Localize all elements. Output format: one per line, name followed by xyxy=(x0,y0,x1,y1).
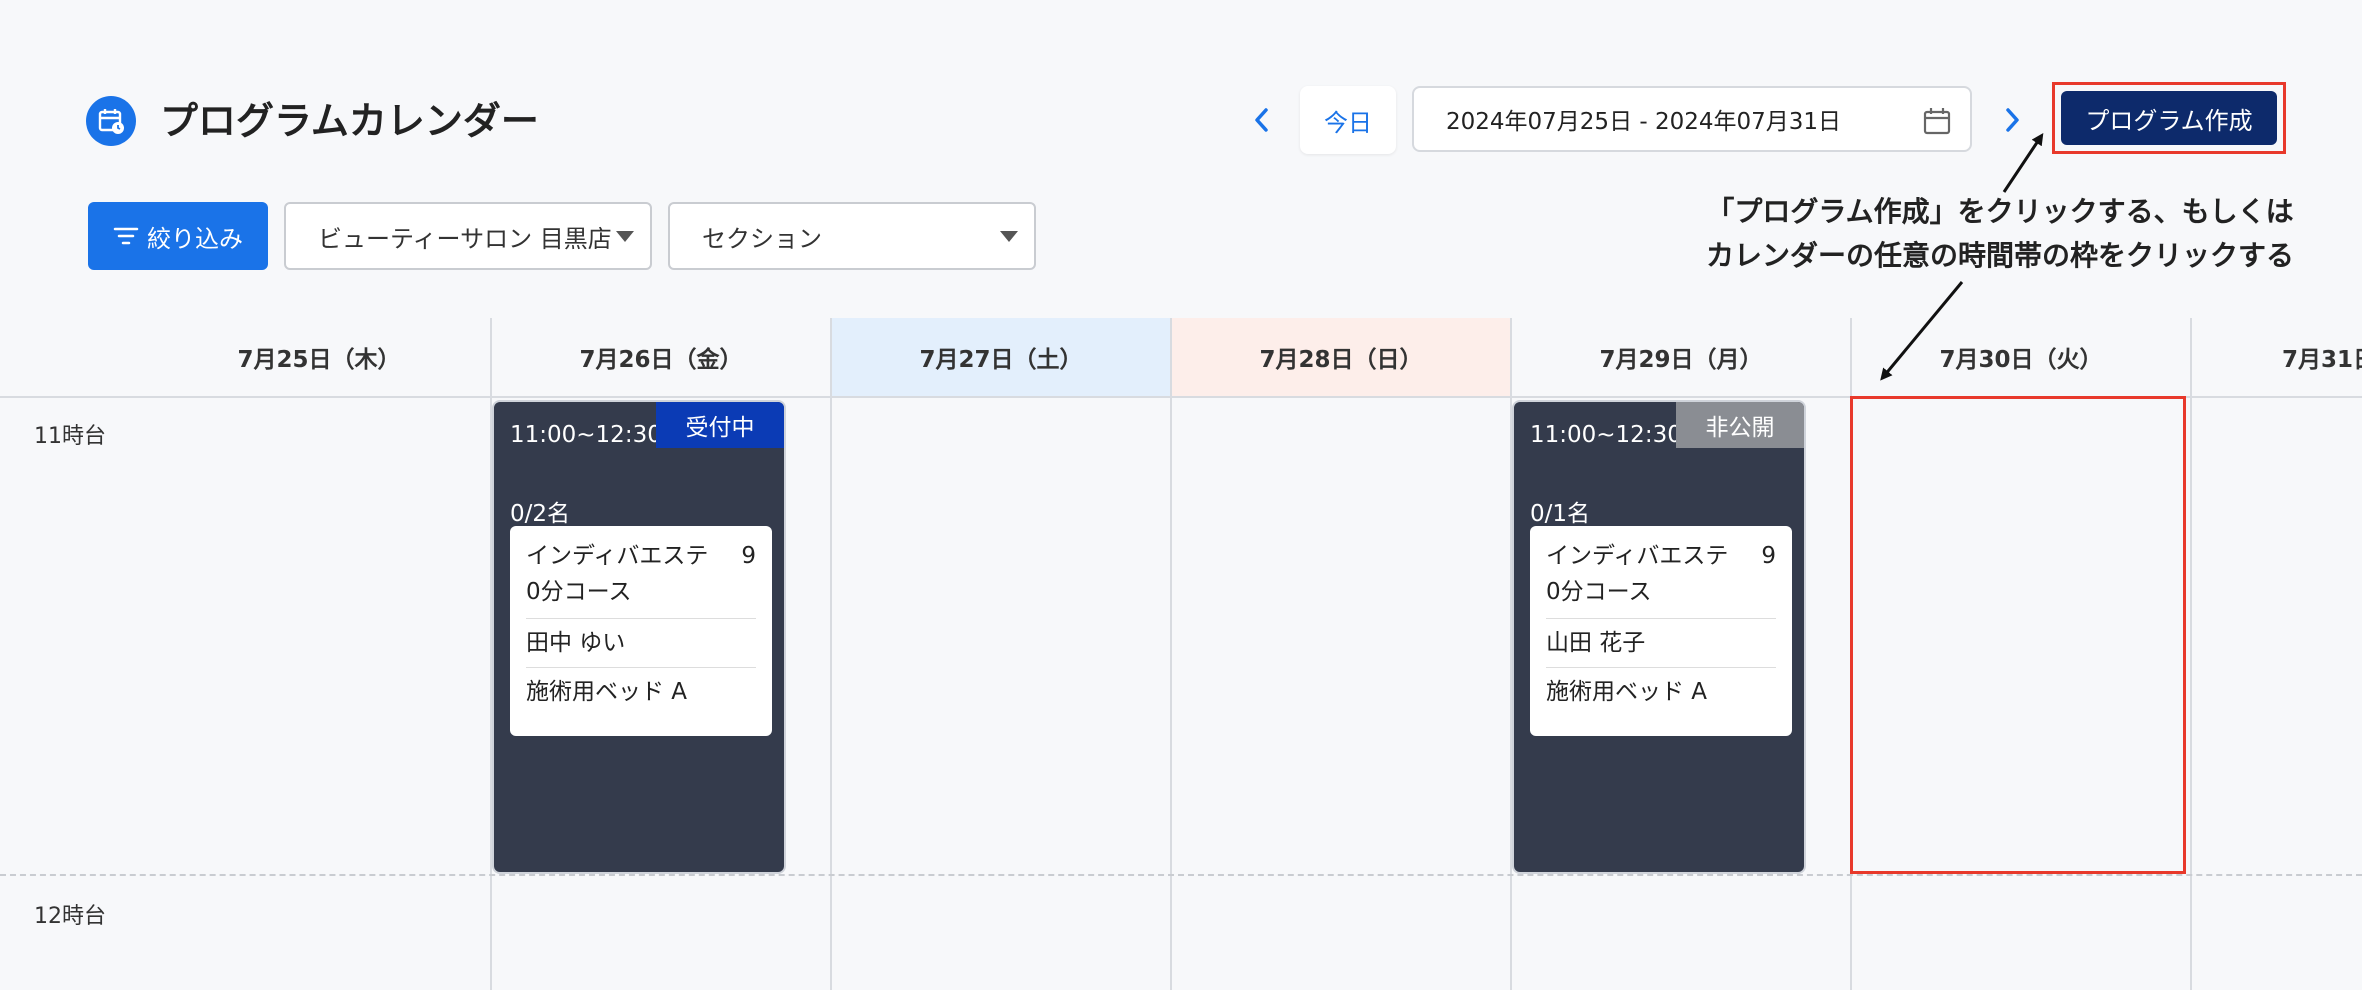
store-select[interactable]: ビューティーサロン 目黒店 xyxy=(284,202,652,270)
filter-button[interactable]: 絞り込み xyxy=(88,202,268,270)
filter-icon xyxy=(113,227,139,245)
page-title: プログラムカレンダー xyxy=(160,99,539,143)
column-divider xyxy=(2190,318,2192,990)
filter-label: 絞り込み xyxy=(147,224,243,253)
calendar-picker-icon[interactable] xyxy=(1922,106,1952,142)
resource-name: 施術用ベッド A xyxy=(1546,679,1708,705)
course-row: インディバエステ 0分コース 9 xyxy=(1546,526,1776,619)
date-range-input[interactable]: 2024年07月25日 - 2024年07月31日 xyxy=(1412,86,1972,152)
section-select[interactable]: セクション xyxy=(668,202,1036,270)
course-name: インディバエステ xyxy=(526,543,709,569)
event-detail-card: インディバエステ 0分コース 9 山田 花子 施術用ベッド A xyxy=(1530,526,1792,736)
day-header-1: 7月25日（木） xyxy=(148,318,492,396)
annotation-line-2: カレンダーの任意の時間帯の枠をクリックする xyxy=(1705,239,2294,272)
store-select-value: ビューティーサロン 目黒店 xyxy=(318,224,612,253)
event-time: 11:00~12:30 xyxy=(1530,422,1682,448)
program-event[interactable]: 11:00~12:30 非公開 0/1名 インディバエステ 0分コース 9 山田… xyxy=(1512,400,1806,874)
column-divider xyxy=(830,318,832,990)
day-header-7: 7月31日 xyxy=(2282,347,2362,373)
hour-divider xyxy=(0,874,2362,876)
event-time: 11:00~12:30 xyxy=(510,422,662,448)
next-week-chevron-icon[interactable] xyxy=(1994,102,2030,138)
day-header-2: 7月26日（金） xyxy=(492,318,832,396)
dropdown-arrow-icon xyxy=(616,231,634,242)
create-program-button[interactable]: プログラム作成 xyxy=(2061,91,2277,145)
annotation-line-1: 「プログラム作成」をクリックする、もしくは xyxy=(1706,195,2294,228)
column-divider xyxy=(1170,318,1172,990)
status-badge: 受付中 xyxy=(656,402,784,448)
resource-name: 施術用ベッド A xyxy=(526,679,688,705)
day-header-5: 7月29日（月） xyxy=(1512,318,1852,396)
day-header-saturday: 7月27日（土） xyxy=(832,318,1172,396)
date-range-value: 2024年07月25日 - 2024年07月31日 xyxy=(1446,109,1842,135)
hour-label-11: 11時台 xyxy=(34,424,106,449)
status-badge: 非公開 xyxy=(1676,402,1804,448)
program-event[interactable]: 11:00~12:30 受付中 0/2名 インディバエステ 0分コース 9 田中… xyxy=(492,400,786,874)
section-select-value: セクション xyxy=(702,224,822,253)
annotation-text: 「プログラム作成」をクリックする、もしくは カレンダーの任意の時間帯の枠をクリッ… xyxy=(1640,190,2360,278)
staff-name: 田中 ゆい xyxy=(526,619,756,668)
empty-time-slot-highlight[interactable] xyxy=(1850,396,2186,874)
event-detail-card: インディバエステ 0分コース 9 田中 ゆい 施術用ベッド A xyxy=(510,526,772,736)
course-row: インディバエステ 0分コース 9 xyxy=(526,526,756,619)
course-name-digit: 9 xyxy=(1761,543,1776,569)
arrow-to-create-button xyxy=(2002,133,2044,193)
event-capacity: 0/1名 xyxy=(1530,501,1591,527)
day-header-sunday: 7月28日（日） xyxy=(1172,318,1512,396)
staff-name: 山田 花子 xyxy=(1546,619,1776,668)
today-button[interactable]: 今日 xyxy=(1300,86,1396,154)
course-name-cont: 0分コース xyxy=(526,579,632,605)
event-capacity: 0/2名 xyxy=(510,501,571,527)
create-button-highlight: プログラム作成 xyxy=(2052,82,2286,154)
calendar-icon xyxy=(86,96,136,146)
course-name: インディバエステ xyxy=(1546,543,1729,569)
hour-label-12: 12時台 xyxy=(34,904,106,929)
day-header-6: 7月30日（火） xyxy=(1852,318,2192,396)
dropdown-arrow-icon xyxy=(1000,231,1018,242)
course-name-cont: 0分コース xyxy=(1546,579,1652,605)
course-name-digit: 9 xyxy=(741,543,756,569)
prev-week-chevron-icon[interactable] xyxy=(1244,102,1280,138)
